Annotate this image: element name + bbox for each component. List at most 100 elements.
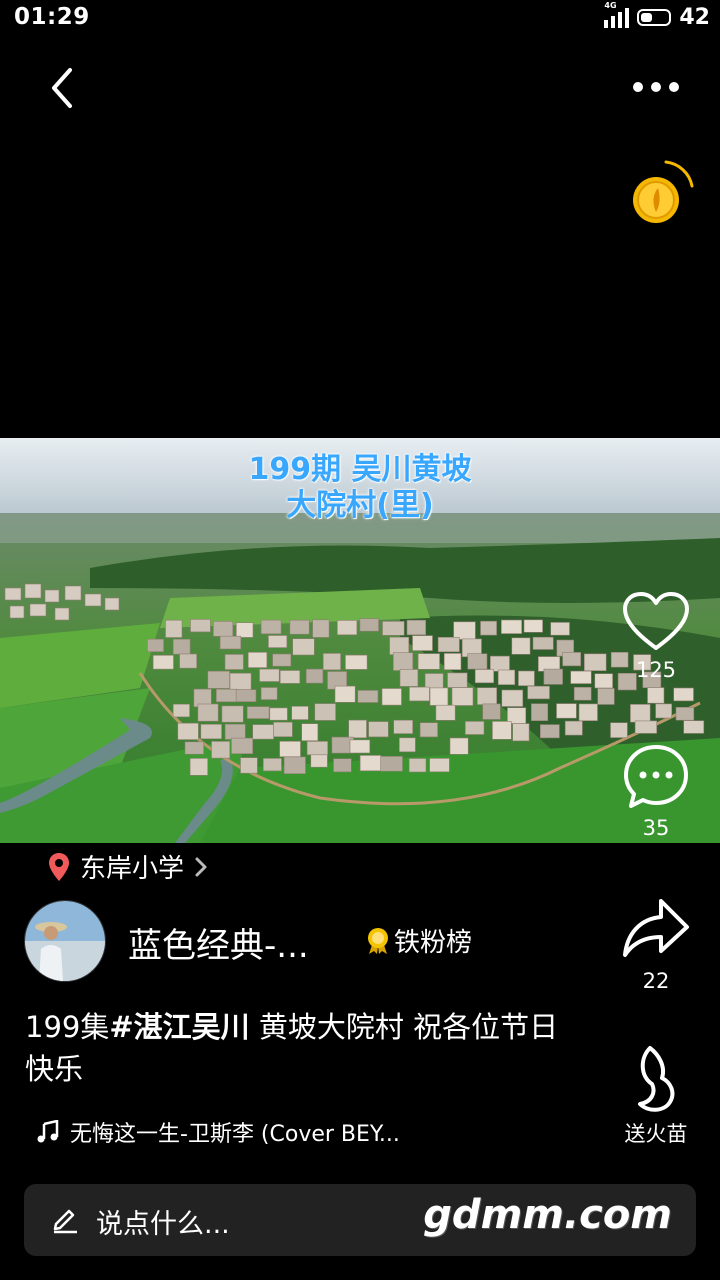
back-button[interactable] (44, 64, 84, 112)
chevron-right-icon (195, 857, 207, 876)
hashtag-link[interactable]: #湛江吴川 (109, 1010, 249, 1044)
village-house (392, 652, 414, 671)
village-house (172, 638, 191, 655)
village-house (219, 635, 242, 650)
village-house (389, 636, 410, 655)
village-house (380, 756, 403, 772)
village-house (518, 670, 535, 686)
village-house (500, 619, 522, 634)
chevron-left-icon (52, 68, 72, 108)
village-house (511, 637, 531, 655)
pencil-icon (53, 1209, 77, 1234)
village-house (482, 703, 501, 720)
cellular-signal-icon: 4G (604, 1, 630, 28)
author-name[interactable]: 蓝色经典-... (128, 918, 309, 967)
village-house (573, 687, 592, 701)
village-house (359, 618, 379, 632)
video-description: 199集#湛江吴川 黄坡大院村 祝各位节日快乐 (25, 1006, 565, 1090)
village-house (550, 622, 570, 636)
village-house (231, 737, 253, 755)
comment-button[interactable]: 35 (611, 742, 701, 840)
village-house (443, 653, 462, 670)
like-count: 125 (635, 658, 677, 682)
village-house (449, 737, 469, 755)
village-house (224, 654, 244, 670)
comment-input-bar[interactable]: 说点什么... gdmm.com (24, 1184, 696, 1256)
village-house (683, 720, 705, 734)
village-house (306, 741, 329, 756)
gold-coin-icon (633, 160, 694, 223)
share-button[interactable]: 22 (611, 895, 701, 993)
village-house (179, 653, 198, 669)
more-options-button[interactable] (630, 72, 690, 102)
village-house (447, 672, 468, 688)
village-house (200, 723, 222, 740)
village-house (197, 703, 219, 722)
music-note-icon (37, 1120, 59, 1143)
like-button[interactable]: 125 (611, 590, 701, 682)
village-house (673, 687, 694, 702)
medal-icon (368, 927, 388, 954)
village-house (497, 669, 516, 685)
village-house (235, 689, 257, 702)
village-house (301, 723, 319, 742)
village-house (583, 653, 607, 672)
village-house (630, 704, 651, 723)
village-house (412, 635, 433, 651)
coin-reward-button[interactable] (626, 156, 698, 228)
video-caption-line1: 199期 吴川黄坡 (248, 452, 472, 487)
village-house (252, 724, 274, 740)
village-house (310, 754, 328, 768)
village-house (393, 719, 414, 734)
village-house (177, 722, 199, 740)
village-house (152, 655, 174, 670)
village-house (229, 672, 252, 690)
status-icons: 4G 42 (604, 1, 710, 30)
flame-icon (638, 1046, 675, 1112)
village-house (539, 724, 560, 739)
village-house (333, 758, 352, 773)
village-house (207, 670, 230, 689)
village-house (578, 703, 598, 721)
comment-bubble-icon (624, 745, 688, 808)
village-house (512, 723, 530, 742)
send-flame-button[interactable]: 送火苗 (611, 1044, 701, 1148)
village-house (289, 619, 310, 635)
village-house (279, 740, 301, 757)
village-house (292, 638, 315, 656)
comment-input-placeholder[interactable]: 说点什么... (96, 1202, 230, 1241)
music-track[interactable]: 无悔这一生-卫斯李 (Cover BEY... (36, 1116, 400, 1148)
village-house (359, 755, 382, 772)
location-pin-icon (49, 852, 69, 881)
village-house (240, 757, 258, 774)
village-house (532, 636, 554, 650)
village-house (224, 723, 246, 740)
more-horizontal-icon (633, 82, 679, 92)
village-house (260, 619, 282, 635)
village-house (492, 721, 512, 740)
author-avatar[interactable] (24, 900, 106, 982)
village-house (429, 758, 450, 773)
share-arrow-icon (623, 899, 689, 957)
village-house (345, 654, 368, 670)
video-caption-line2: 大院村(里) (286, 488, 434, 523)
village-house (283, 756, 306, 774)
location-tag[interactable]: 东岸小学 (48, 848, 208, 885)
village-house (655, 703, 672, 719)
village-house (556, 703, 577, 719)
village-house (259, 668, 280, 682)
village-house (543, 668, 563, 685)
village-house (409, 686, 430, 702)
village-house (527, 685, 550, 700)
village-house (221, 705, 244, 723)
village-house (334, 685, 356, 703)
village-house (312, 619, 330, 638)
village-house (429, 687, 449, 706)
village-house (467, 653, 488, 670)
village-house (398, 737, 416, 753)
avatar-image (25, 901, 105, 981)
village-house (262, 758, 282, 772)
fans-ranking-badge[interactable]: 铁粉榜 (366, 922, 472, 959)
village-house (279, 670, 301, 684)
village-house (381, 688, 402, 706)
